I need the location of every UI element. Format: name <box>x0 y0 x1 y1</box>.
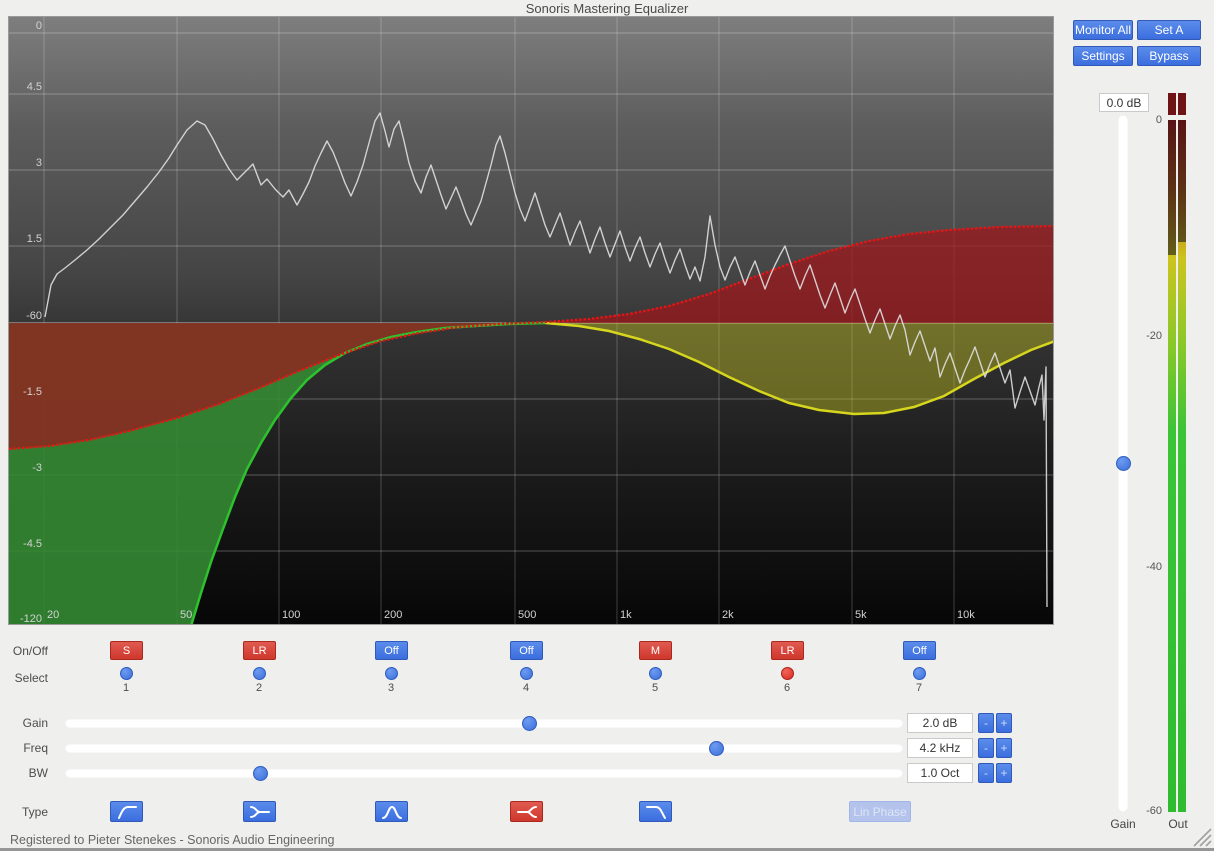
monitor-all-label: Monitor All <box>1075 23 1131 37</box>
db-axis-label: 4.5 <box>27 81 42 93</box>
band-7-number: 7 <box>904 682 934 694</box>
meter-right-clip-segment <box>1178 93 1186 115</box>
bw-slider-thumb[interactable] <box>253 766 268 781</box>
band-3-number: 3 <box>376 682 406 694</box>
band-1-select-radio[interactable] <box>120 667 133 680</box>
band-7-onoff-button[interactable]: Off <box>903 641 936 660</box>
freq-axis-label: 20 <box>47 609 59 621</box>
db-axis-label: -60 <box>26 310 42 322</box>
db-axis-label: -120 <box>20 613 42 624</box>
bell-type-button[interactable] <box>375 801 408 822</box>
gain-slider-thumb[interactable] <box>522 716 537 731</box>
select-row-label: Select <box>0 671 48 685</box>
lowshelf-icon <box>248 803 272 821</box>
freq-axis-label: 500 <box>518 609 536 621</box>
set-a-button[interactable]: Set A <box>1137 20 1201 40</box>
db-axis-label: -3 <box>32 462 42 474</box>
db-axis-label: 0 <box>36 20 42 32</box>
registration-status: Registered to Pieter Stenekes - Sonoris … <box>10 833 335 847</box>
gain-increment-button[interactable]: + <box>996 713 1012 733</box>
lin-phase-button[interactable]: Lin Phase <box>849 801 911 822</box>
band-3-onoff-button[interactable]: Off <box>375 641 408 660</box>
freq-axis-label: 100 <box>282 609 300 621</box>
onoff-row-label: On/Off <box>0 644 48 658</box>
band-2-select-radio[interactable] <box>253 667 266 680</box>
freq-axis-label: 50 <box>180 609 192 621</box>
band-2-number: 2 <box>244 682 274 694</box>
bell-icon <box>380 803 404 821</box>
output-gain-readout[interactable]: 0.0 dB <box>1099 93 1149 112</box>
band-2-onoff-button[interactable]: LR <box>243 641 276 660</box>
db-axis-label: -4.5 <box>23 538 42 550</box>
eq-graph-canvas[interactable]: 0 4.5 3 1.5 -60 -1.5 -3 -4.5 -120 20 50 100 200 500 1k… <box>9 17 1053 624</box>
db-axis-label: 3 <box>36 157 42 169</box>
band-4-number: 4 <box>511 682 541 694</box>
bw-value-box[interactable]: 1.0 Oct <box>907 763 973 783</box>
freq-slider-track[interactable] <box>65 744 903 753</box>
band-4-select-radio[interactable] <box>520 667 533 680</box>
bw-slider-track[interactable] <box>65 769 903 778</box>
freq-axis-label: 1k <box>620 609 632 621</box>
freq-axis-label: 200 <box>384 609 402 621</box>
gain-slider-track[interactable] <box>65 719 903 728</box>
bw-slider-label: BW <box>0 766 48 780</box>
gain-slider-caption: Gain <box>1103 817 1143 831</box>
settings-button[interactable]: Settings <box>1073 46 1133 66</box>
lowshelf-type-button[interactable] <box>243 801 276 822</box>
band-1-number: 1 <box>111 682 141 694</box>
freq-slider-thumb[interactable] <box>709 741 724 756</box>
db-axis-label: 1.5 <box>27 233 42 245</box>
band-yellow-fill <box>546 323 1053 414</box>
band-5-onoff-button[interactable]: M <box>639 641 672 660</box>
freq-value-box[interactable]: 4.2 kHz <box>907 738 973 758</box>
band-6-number: 6 <box>772 682 802 694</box>
freq-decrement-button[interactable]: - <box>978 738 994 758</box>
lowpass-icon <box>644 803 668 821</box>
eq-graph[interactable]: 0 4.5 3 1.5 -60 -1.5 -3 -4.5 -120 20 50 100 200 500 1k… <box>8 16 1054 625</box>
freq-increment-button[interactable]: + <box>996 738 1012 758</box>
band-1-onoff-button[interactable]: S <box>110 641 143 660</box>
monitor-all-button[interactable]: Monitor All <box>1073 20 1133 40</box>
highshelf-icon <box>515 803 539 821</box>
bw-increment-button[interactable]: + <box>996 763 1012 783</box>
bw-decrement-button[interactable]: - <box>978 763 994 783</box>
meter-left-clip-segment <box>1168 93 1176 115</box>
freq-axis-label: 10k <box>957 609 975 621</box>
meter-scale-label: -40 <box>1132 561 1162 573</box>
highpass-type-button[interactable] <box>110 801 143 822</box>
lowpass-type-button[interactable] <box>639 801 672 822</box>
meter-left-dim-overlay <box>1168 120 1176 255</box>
window-title: Sonoris Mastering Equalizer <box>0 1 1214 16</box>
gain-value-box[interactable]: 2.0 dB <box>907 713 973 733</box>
meter-right-dim-overlay <box>1178 120 1186 242</box>
resize-grip-icon[interactable] <box>1190 825 1212 847</box>
band-4-onoff-button[interactable]: Off <box>510 641 543 660</box>
set-a-label: Set A <box>1155 23 1184 37</box>
meter-scale-label: 0 <box>1132 114 1162 126</box>
highshelf-type-button[interactable] <box>510 801 543 822</box>
meter-scale-label: -20 <box>1132 330 1162 342</box>
highpass-icon <box>115 803 139 821</box>
lin-phase-label: Lin Phase <box>853 805 906 819</box>
meter-scale-label: -60 <box>1132 805 1162 817</box>
band-6-onoff-button[interactable]: LR <box>771 641 804 660</box>
db-axis-label: -1.5 <box>23 386 42 398</box>
bypass-label: Bypass <box>1149 49 1188 63</box>
freq-slider-label: Freq <box>0 741 48 755</box>
band-5-number: 5 <box>640 682 670 694</box>
settings-label: Settings <box>1081 49 1124 63</box>
band-6-select-radio[interactable] <box>781 667 794 680</box>
gain-slider-label: Gain <box>0 716 48 730</box>
type-row-label: Type <box>0 805 48 819</box>
band-3-select-radio[interactable] <box>385 667 398 680</box>
band-7-select-radio[interactable] <box>913 667 926 680</box>
bypass-button[interactable]: Bypass <box>1137 46 1201 66</box>
freq-axis-label: 5k <box>855 609 867 621</box>
gain-decrement-button[interactable]: - <box>978 713 994 733</box>
output-gain-slider-thumb[interactable] <box>1116 456 1131 471</box>
freq-axis-label: 2k <box>722 609 734 621</box>
band-5-select-radio[interactable] <box>649 667 662 680</box>
